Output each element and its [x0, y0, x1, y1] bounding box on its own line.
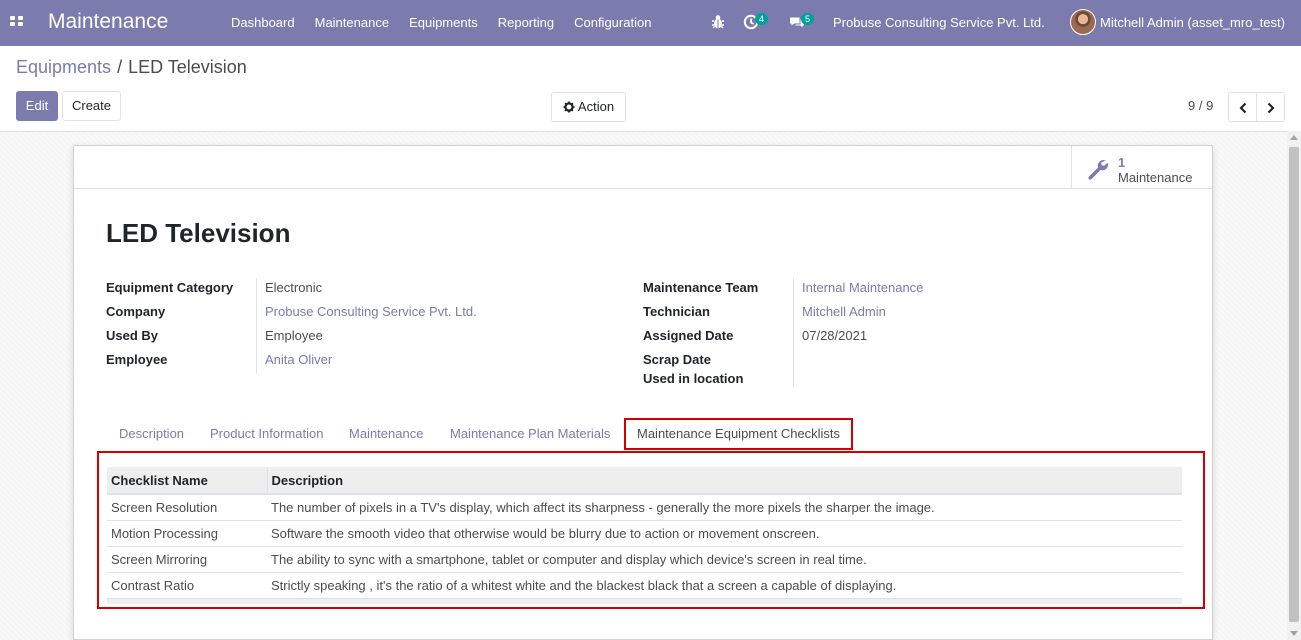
- smart-button-box: 1 Maintenance: [74, 146, 1212, 189]
- checklist-description-cell: The number of pixels in a TV's display, …: [267, 494, 1182, 521]
- checklist-description-cell: Strictly speaking , it's the ratio of a …: [267, 572, 1182, 599]
- breadcrumb-current: LED Television: [128, 57, 247, 77]
- user-menu[interactable]: Mitchell Admin (asset_mro_test): [1100, 0, 1285, 46]
- table-footer-row: [107, 598, 1182, 604]
- column-checklist-name[interactable]: Checklist Name: [107, 467, 267, 495]
- form-sheet: 1 Maintenance LED Television Equipment C…: [73, 145, 1213, 640]
- technician-link[interactable]: Mitchell Admin: [802, 304, 886, 319]
- checklist-name-cell: Screen Mirroring: [107, 546, 267, 573]
- tab-maintenance-plan-materials[interactable]: Maintenance Plan Materials: [437, 418, 623, 450]
- edit-button[interactable]: Edit: [16, 91, 58, 121]
- tab-maintenance-equipment-checklists[interactable]: Maintenance Equipment Checklists: [624, 418, 854, 450]
- table-row[interactable]: Screen Mirroring The ability to sync wit…: [107, 546, 1182, 573]
- menu-configuration[interactable]: Configuration: [564, 0, 661, 46]
- used-by-value: Employee: [265, 328, 323, 343]
- maintenance-smart-button[interactable]: 1 Maintenance: [1071, 146, 1212, 189]
- menu-dashboard[interactable]: Dashboard: [221, 0, 305, 46]
- maintenance-team-link[interactable]: Internal Maintenance: [802, 280, 923, 295]
- tab-product-information[interactable]: Product Information: [197, 418, 336, 450]
- equipment-category-label: Equipment Category: [106, 280, 234, 295]
- gear-icon: [563, 101, 575, 113]
- checklist-name-cell: Contrast Ratio: [107, 572, 267, 599]
- used-in-location-label: Used in location: [643, 371, 744, 386]
- main-menu: Dashboard Maintenance Equipments Reporti…: [221, 0, 661, 46]
- chevron-right-icon: [1267, 102, 1275, 114]
- app-brand[interactable]: Maintenance: [48, 10, 168, 34]
- checklist-table: Checklist Name Description Screen Resolu…: [107, 467, 1182, 604]
- action-button[interactable]: Action: [551, 92, 626, 122]
- menu-equipments[interactable]: Equipments: [399, 0, 488, 46]
- left-group-separator: [256, 278, 257, 373]
- tab-description[interactable]: Description: [106, 418, 197, 450]
- pager-counter[interactable]: 9 / 9: [1188, 98, 1213, 113]
- maintenance-team-label: Maintenance Team: [643, 280, 759, 295]
- assigned-date-value: 07/28/2021: [802, 328, 868, 343]
- top-navbar: Maintenance Dashboard Maintenance Equipm…: [0, 0, 1301, 46]
- company-link[interactable]: Probuse Consulting Service Pvt. Ltd.: [265, 304, 477, 319]
- checklist-name-cell: Motion Processing: [107, 520, 267, 547]
- checklist-description-cell: The ability to sync with a smartphone, t…: [267, 546, 1182, 573]
- vertical-scrollbar[interactable]: [1287, 131, 1301, 640]
- action-button-label: Action: [577, 99, 615, 114]
- user-avatar[interactable]: [1070, 9, 1096, 35]
- menu-reporting[interactable]: Reporting: [488, 0, 564, 46]
- pager-previous-button[interactable]: [1228, 92, 1257, 122]
- bug-icon[interactable]: [711, 14, 725, 30]
- table-row[interactable]: Motion Processing Software the smooth vi…: [107, 520, 1182, 547]
- employee-link[interactable]: Anita Oliver: [265, 352, 332, 367]
- checklist-description-cell: Software the smooth video that otherwise…: [267, 520, 1182, 547]
- tab-maintenance[interactable]: Maintenance: [336, 418, 436, 450]
- message-count-badge: 5: [801, 13, 815, 25]
- company-label: Company: [106, 304, 166, 319]
- maintenance-count: 1: [1118, 155, 1126, 170]
- pager-next-button[interactable]: [1256, 92, 1285, 122]
- used-by-label: Used By: [106, 328, 159, 343]
- breadcrumb: Equipments / LED Television: [16, 57, 247, 78]
- menu-maintenance[interactable]: Maintenance: [305, 0, 399, 46]
- scroll-thumb[interactable]: [1289, 147, 1299, 622]
- technician-label: Technician: [643, 304, 710, 319]
- table-header-row: Checklist Name Description: [107, 467, 1182, 495]
- breadcrumb-separator: /: [117, 57, 123, 77]
- right-group-separator: [793, 278, 794, 387]
- checklist-name-cell: Screen Resolution: [107, 494, 267, 521]
- assigned-date-label: Assigned Date: [643, 328, 734, 343]
- table-footer-cell: [107, 598, 267, 604]
- activity-count-badge: 4: [755, 13, 769, 25]
- chevron-left-icon: [1239, 102, 1247, 114]
- scrap-date-label: Scrap Date: [643, 352, 711, 367]
- apps-menu-icon[interactable]: [10, 16, 24, 28]
- equipment-category-value: Electronic: [265, 280, 323, 295]
- column-description[interactable]: Description: [266, 467, 1182, 495]
- table-row[interactable]: Contrast Ratio Strictly speaking , it's …: [107, 572, 1182, 599]
- scroll-down-arrow-icon[interactable]: [1290, 631, 1298, 636]
- table-footer-cell: [267, 598, 1182, 604]
- breadcrumb-equipments-link[interactable]: Equipments: [16, 57, 111, 77]
- record-title: LED Television: [106, 218, 291, 248]
- company-switcher[interactable]: Probuse Consulting Service Pvt. Ltd.: [833, 0, 1045, 46]
- table-row[interactable]: Screen Resolution The number of pixels i…: [107, 494, 1182, 521]
- create-button[interactable]: Create: [62, 91, 121, 121]
- scroll-up-arrow-icon[interactable]: [1290, 135, 1298, 140]
- employee-label: Employee: [106, 352, 168, 367]
- wrench-icon: [1088, 160, 1108, 180]
- maintenance-count-label: Maintenance: [1118, 170, 1193, 185]
